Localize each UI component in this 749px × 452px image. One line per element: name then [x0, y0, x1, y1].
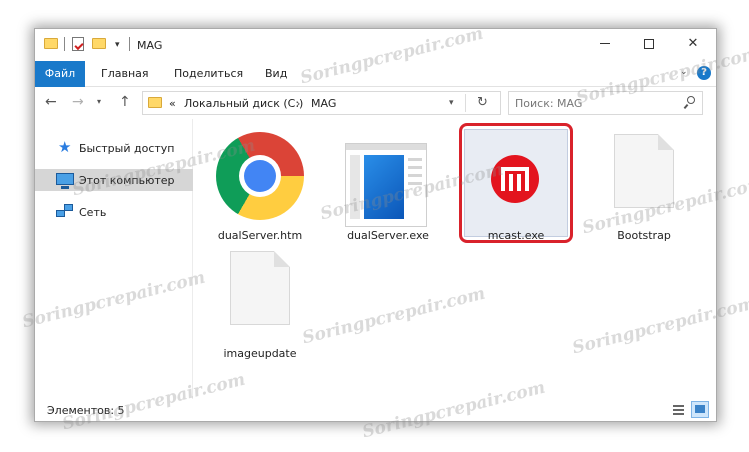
- new-folder-icon[interactable]: [92, 38, 106, 49]
- refresh-icon[interactable]: ↻: [477, 95, 488, 110]
- address-dropdown-icon[interactable]: ▾: [449, 98, 454, 108]
- breadcrumb-chevron-icon[interactable]: ›: [296, 97, 300, 110]
- separator: [129, 37, 130, 51]
- separator: [465, 94, 466, 112]
- minimize-icon: [600, 43, 610, 44]
- recent-dropdown-icon[interactable]: ▾: [97, 97, 101, 106]
- breadcrumb-local-disk[interactable]: Локальный диск (C:): [184, 97, 303, 110]
- details-view-icon[interactable]: [671, 403, 686, 417]
- customize-dropdown-icon[interactable]: ▾: [115, 40, 120, 50]
- window-title: MAG: [137, 39, 163, 52]
- file-name: dualServer.htm: [217, 229, 303, 242]
- folder-icon: [148, 97, 162, 108]
- maximize-icon: [644, 38, 654, 49]
- search-icon[interactable]: [683, 96, 696, 110]
- forward-arrow-icon[interactable]: →: [72, 95, 84, 109]
- star-icon: ★: [58, 138, 72, 156]
- sidebar-item-label: Быстрый доступ: [79, 142, 175, 155]
- up-arrow-icon[interactable]: ↑: [119, 95, 131, 109]
- close-button[interactable]: ✕: [671, 33, 715, 57]
- separator: [64, 37, 65, 51]
- properties-icon[interactable]: [72, 37, 84, 51]
- blank-document-icon: [230, 251, 290, 325]
- file-item-imageupdate[interactable]: imageupdate: [205, 249, 315, 369]
- back-arrow-icon[interactable]: ←: [45, 95, 57, 109]
- sidebar-item-network[interactable]: Сеть: [35, 201, 193, 223]
- folder-icon[interactable]: [44, 38, 58, 49]
- tab-home[interactable]: Главная: [101, 61, 149, 87]
- tab-share[interactable]: Поделиться: [174, 61, 243, 87]
- minimize-button[interactable]: [583, 33, 627, 57]
- tab-view[interactable]: Вид: [265, 61, 287, 87]
- stage: ▾ MAG ✕ Файл Главная Поделиться Вид ⌄ ? …: [0, 0, 749, 452]
- breadcrumb-overflow[interactable]: «: [169, 97, 176, 110]
- address-bar[interactable]: « Локальный диск (C:) › MAG ▾ ↻: [142, 91, 501, 115]
- file-name: dualServer.exe: [347, 229, 429, 242]
- file-name: imageupdate: [223, 347, 297, 360]
- network-icon: [56, 204, 74, 220]
- sidebar-item-label: Сеть: [79, 206, 107, 219]
- tab-file[interactable]: Файл: [35, 61, 85, 87]
- maximize-button[interactable]: [627, 33, 671, 57]
- large-icons-view-icon[interactable]: [691, 401, 709, 418]
- search-placeholder: Поиск: MAG: [515, 97, 583, 110]
- breadcrumb-mag[interactable]: MAG: [311, 97, 336, 110]
